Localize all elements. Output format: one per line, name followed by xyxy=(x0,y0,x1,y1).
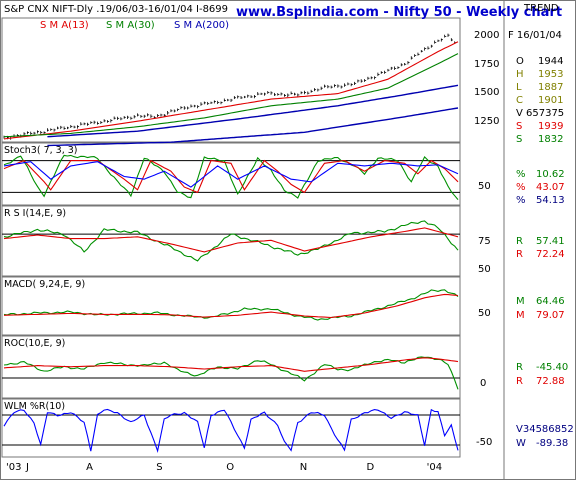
ohlc-value-s30: 1832 xyxy=(538,134,563,145)
xlabel-n: N xyxy=(300,462,307,473)
roc-value-1: -45.40 xyxy=(536,362,568,373)
xlabel-j: J xyxy=(25,462,29,473)
macd-value-1: 64.46 xyxy=(536,296,565,307)
rsi-value-2: 72.24 xyxy=(536,249,565,260)
ytick-1250: 1250 xyxy=(474,116,499,127)
rsi-value-1: 57.41 xyxy=(536,236,565,247)
stoch-title: Stoch3( 7, 3, 3) xyxy=(4,145,78,156)
roc-label-1: R xyxy=(516,362,523,373)
legend-sma200: S M A(200) xyxy=(174,20,229,31)
wlm-volume-value: V34586852 xyxy=(516,424,574,435)
ohlc-label-l: L xyxy=(516,82,522,93)
sidebar-date: F 16/01/04 xyxy=(508,30,562,41)
stoch-value-2: 43.07 xyxy=(536,182,565,193)
roc-ytick-0: 0 xyxy=(480,378,486,389)
ohlc-value-l: 1887 xyxy=(538,82,563,93)
ohlc-label-o: O xyxy=(516,56,524,67)
macd-value-2: 79.07 xyxy=(536,310,565,321)
legend-sma13: S M A(13) xyxy=(40,20,89,31)
ohlc-label-s30: S xyxy=(516,134,522,145)
roc-label-2: R xyxy=(516,376,523,387)
ohlc-value-v: 657375 xyxy=(526,108,564,119)
xlabel-s: S xyxy=(156,462,162,473)
xlabel-d: D xyxy=(367,462,375,473)
trend-label: TREND xyxy=(523,3,559,14)
rsi-label-1: R xyxy=(516,236,523,247)
ohlc-value-s13: 1939 xyxy=(538,121,563,132)
xlabel-a: A xyxy=(86,462,93,473)
ohlc-value-c: 1901 xyxy=(538,95,563,106)
stoch-value-3: 54.13 xyxy=(536,195,565,206)
wlm-value: -89.38 xyxy=(536,438,568,449)
stoch-label-2: % xyxy=(516,182,526,193)
ytick-1500: 1500 xyxy=(474,87,499,98)
sidebar-stoch: % 10.62 % 43.07 % 54.13 xyxy=(516,169,565,206)
ohlc-label-h: H xyxy=(516,69,524,80)
xlabel-03: '03 xyxy=(6,462,21,473)
macd-title: MACD( 9,24,E, 9) xyxy=(4,279,85,290)
roc-value-2: 72.88 xyxy=(536,376,565,387)
ohlc-label-c: C xyxy=(516,95,523,106)
wlm-title: WLM %R(10) xyxy=(4,401,65,412)
xlabel-04: '04 xyxy=(427,462,442,473)
xlabel-o: O xyxy=(226,462,234,473)
ohlc-label-s13: S xyxy=(516,121,522,132)
rsi-title: R S I(14,E, 9) xyxy=(4,208,66,219)
roc-title: ROC(10,E, 9) xyxy=(4,338,65,349)
rsi-ytick-50: 50 xyxy=(478,264,491,275)
stoch-ytick-50: 50 xyxy=(478,181,491,192)
ohlc-label-v: V xyxy=(516,108,523,119)
macd-ytick-50: 50 xyxy=(478,308,491,319)
ohlc-value-o: 1944 xyxy=(538,56,563,67)
symbol-line: S&P CNX NIFT-Dly .19/06/03-16/01/04 I-86… xyxy=(4,4,228,15)
ytick-2000: 2000 xyxy=(474,30,499,41)
ytick-1750: 1750 xyxy=(474,59,499,70)
site-title: www.Bsplindia.com - Nifty 50 - Weekly ch… xyxy=(236,5,562,20)
chart-canvas: S&P CNX NIFT-Dly .19/06/03-16/01/04 I-86… xyxy=(0,0,576,480)
legend-sma30: S M A(30) xyxy=(106,20,155,31)
stoch-label-1: % xyxy=(516,169,526,180)
stoch-value-1: 10.62 xyxy=(536,169,565,180)
rsi-label-2: R xyxy=(516,249,523,260)
ohlc-value-h: 1953 xyxy=(538,69,563,80)
macd-label-1: M xyxy=(516,296,525,307)
wlm-label: W xyxy=(516,438,526,449)
macd-label-2: M xyxy=(516,310,525,321)
rsi-ytick-75: 75 xyxy=(478,236,491,247)
stoch-label-3: % xyxy=(516,195,526,206)
wlm-ytick-minus50: -50 xyxy=(476,437,492,448)
